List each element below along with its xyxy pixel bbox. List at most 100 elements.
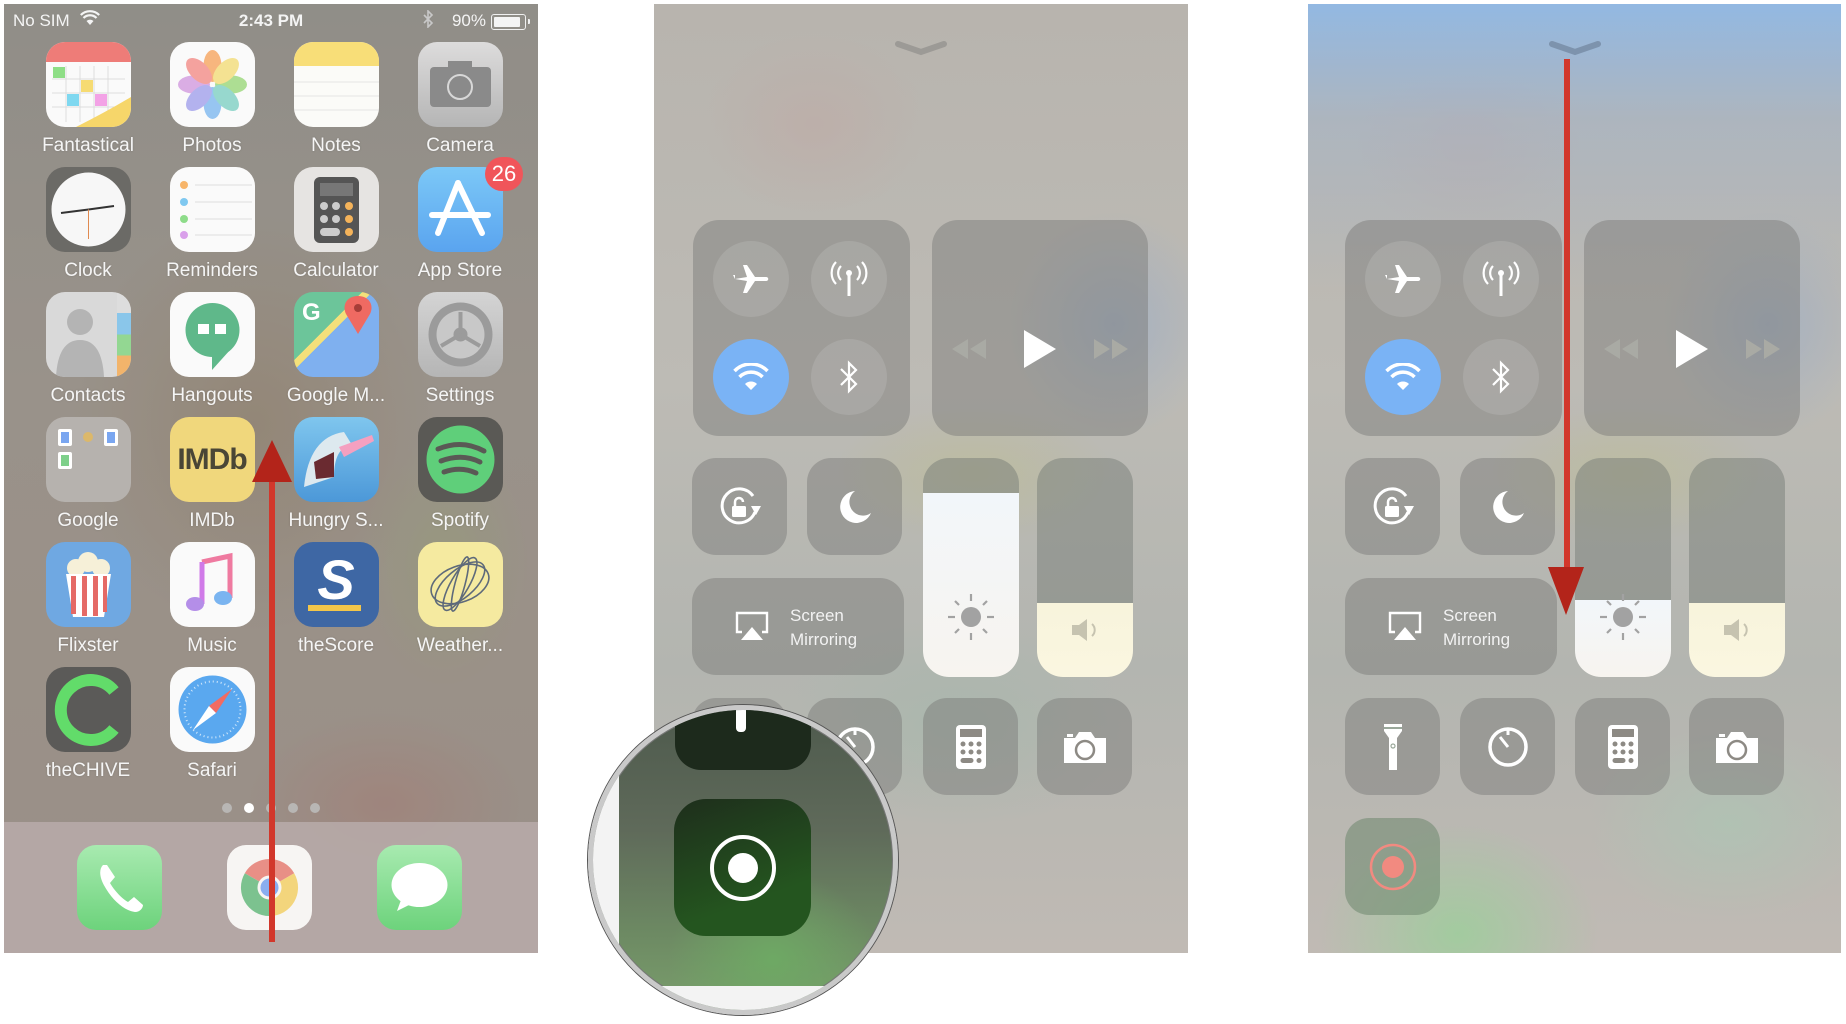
brightness-slider[interactable] xyxy=(1575,458,1671,677)
magnified-flashlight-tile xyxy=(675,710,811,770)
page-dot[interactable] xyxy=(310,803,320,813)
app-notes[interactable]: Notes xyxy=(281,42,391,157)
app-spotify[interactable]: Spotify xyxy=(405,417,515,532)
dock-app-messages[interactable] xyxy=(364,845,474,930)
cellular-data-toggle[interactable] xyxy=(1463,241,1539,317)
app-fantastical[interactable]: Fantastical xyxy=(33,42,143,157)
page-background xyxy=(593,986,893,1010)
app-google-m[interactable]: G Google M... xyxy=(281,292,391,407)
timer-icon xyxy=(1487,726,1528,767)
screen-record-icon xyxy=(709,834,776,901)
rewind-icon[interactable] xyxy=(1602,337,1640,361)
orientation-lock-button[interactable] xyxy=(692,458,787,555)
fast-forward-icon[interactable] xyxy=(1744,337,1782,361)
app-weather[interactable]: Weather... xyxy=(405,542,515,657)
screen-mirroring-button[interactable]: Screen Mirroring xyxy=(1345,578,1557,675)
app-label: App Store xyxy=(417,260,503,281)
app-flixster[interactable]: Flixster xyxy=(33,542,143,657)
magnified-screen-recording-button[interactable] xyxy=(674,799,811,936)
airplane-mode-toggle[interactable] xyxy=(713,241,789,317)
cellular-data-toggle[interactable] xyxy=(811,241,887,317)
calculator-button[interactable] xyxy=(923,698,1018,795)
screen-mirroring-line2: Mirroring xyxy=(790,630,858,649)
battery-level xyxy=(494,17,521,27)
app-label: Fantastical xyxy=(42,135,134,156)
play-icon[interactable] xyxy=(1674,328,1710,370)
timer-button[interactable] xyxy=(1460,698,1555,795)
app-label: Google M... xyxy=(286,385,386,406)
camera-button[interactable] xyxy=(1037,698,1132,795)
airplane-mode-toggle[interactable] xyxy=(1365,241,1441,317)
app-settings[interactable]: Settings xyxy=(405,292,515,407)
flixster-icon xyxy=(45,542,131,627)
imdb-icon: IMDb xyxy=(169,417,255,502)
screen-recording-button[interactable] xyxy=(1345,818,1440,915)
safari-icon xyxy=(169,667,255,752)
brightness-fill xyxy=(923,493,1019,677)
app-label: Photos xyxy=(182,135,242,156)
app-thechive[interactable]: theCHIVE xyxy=(33,667,143,782)
thechive-icon xyxy=(45,667,131,752)
app-label: Hangouts xyxy=(171,385,253,406)
page-dot[interactable] xyxy=(222,803,232,813)
wifi-icon xyxy=(1385,363,1421,390)
screen-mirroring-line1: Screen xyxy=(790,606,844,625)
volume-slider[interactable] xyxy=(1037,458,1133,677)
wifi-toggle[interactable] xyxy=(1365,339,1441,415)
calculator-icon xyxy=(955,724,986,769)
icon-glyph xyxy=(46,667,131,752)
google-maps-icon: G xyxy=(293,292,379,377)
bluetooth-toggle[interactable] xyxy=(811,339,887,415)
bluetooth-icon xyxy=(422,9,434,33)
volume-slider[interactable] xyxy=(1689,458,1785,677)
fast-forward-icon[interactable] xyxy=(1092,337,1130,361)
bluetooth-toggle[interactable] xyxy=(1463,339,1539,415)
app-clock[interactable]: Clock xyxy=(33,167,143,282)
app-thescore[interactable]: StheScore xyxy=(281,542,391,657)
notes-icon xyxy=(293,42,379,127)
photos-icon xyxy=(169,42,255,127)
calculator-button[interactable] xyxy=(1575,698,1670,795)
flashlight-icon xyxy=(1383,723,1402,770)
do-not-disturb-button[interactable] xyxy=(1460,458,1555,555)
wifi-toggle[interactable] xyxy=(713,339,789,415)
dock-app-phone[interactable] xyxy=(64,845,174,930)
battery-icon xyxy=(491,14,530,30)
screen-mirroring-line1: Screen xyxy=(1443,606,1497,625)
camera-button[interactable] xyxy=(1689,698,1784,795)
hungry-shark-icon xyxy=(293,417,379,502)
play-icon[interactable] xyxy=(1022,328,1058,370)
app-label: Clock xyxy=(64,260,112,281)
screen-record-icon xyxy=(1369,843,1416,890)
airplay-icon xyxy=(1388,611,1422,640)
app-reminders[interactable]: Reminders xyxy=(157,167,267,282)
app-camera[interactable]: Camera xyxy=(405,42,515,157)
rewind-icon[interactable] xyxy=(950,337,988,361)
sun-icon xyxy=(948,594,994,640)
app-google[interactable]: Google xyxy=(33,417,143,532)
screen-mirroring-line2: Mirroring xyxy=(1443,630,1511,649)
app-contacts[interactable]: Contacts xyxy=(33,292,143,407)
camera-icon xyxy=(417,42,503,127)
flashlight-button[interactable] xyxy=(1345,698,1440,795)
media-module xyxy=(932,220,1148,436)
phone-icon xyxy=(76,845,162,930)
brightness-slider[interactable] xyxy=(923,458,1019,677)
flashlight-icon xyxy=(736,710,746,732)
app-label: Calculator xyxy=(293,260,379,281)
icon-glyph: IMDb xyxy=(177,442,247,476)
google-folder-icon xyxy=(45,417,131,502)
app-photos[interactable]: Photos xyxy=(157,42,267,157)
app-hangouts[interactable]: Hangouts xyxy=(157,292,267,407)
app-hungry-s[interactable]: Hungry S... xyxy=(281,417,391,532)
dismiss-chevron-icon[interactable] xyxy=(1548,40,1601,56)
messages-icon xyxy=(376,845,462,930)
app-app-store[interactable]: App Store 26 xyxy=(405,157,523,282)
camera-icon xyxy=(1715,731,1758,763)
dismiss-chevron-icon[interactable] xyxy=(895,40,947,56)
app-label: Google xyxy=(57,510,119,531)
app-calculator[interactable]: Calculator xyxy=(281,167,391,282)
do-not-disturb-button[interactable] xyxy=(807,458,902,555)
orientation-lock-button[interactable] xyxy=(1345,458,1440,555)
screen-mirroring-button[interactable]: Screen Mirroring xyxy=(692,578,904,675)
